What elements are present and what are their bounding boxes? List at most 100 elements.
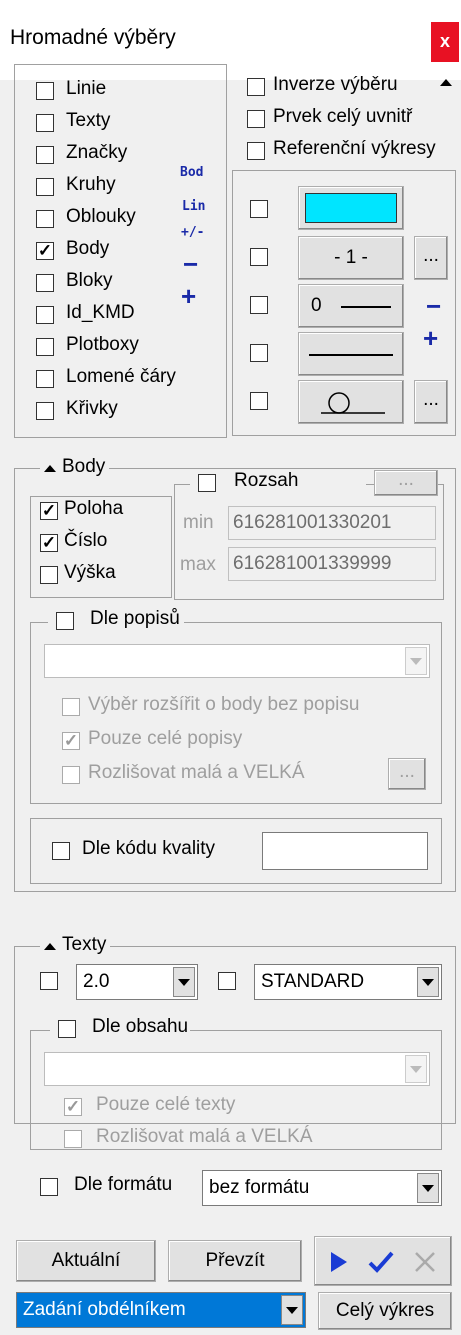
level-more-button[interactable]: ...: [414, 236, 448, 280]
pouze-cele-texty-checkbox[interactable]: ✓: [64, 1098, 82, 1116]
linetype-button[interactable]: 0: [298, 284, 404, 328]
popisy-more-button[interactable]: ...: [388, 758, 426, 790]
type-checkbox-linie[interactable]: [36, 82, 54, 100]
type-label: Oblouky: [66, 206, 136, 227]
inverze-label: Inverze výběru: [273, 74, 398, 95]
point-symbol-icon: [321, 392, 385, 414]
referencni-label: Referenční výkresy: [273, 138, 436, 159]
props-minus-button[interactable]: −: [426, 293, 441, 319]
type-checkbox-body[interactable]: ✓: [36, 242, 54, 260]
cely-vykres-button[interactable]: Celý výkres: [318, 1292, 452, 1330]
style-checkbox[interactable]: [218, 972, 236, 990]
format-select[interactable]: bez formátu: [202, 1170, 442, 1206]
obsah-select[interactable]: [44, 1052, 430, 1086]
pouze-cele-popisy-label: Pouze celé popisy: [88, 728, 243, 749]
linetype-value: 0: [311, 295, 322, 316]
format-chevron-down-icon: [417, 1173, 439, 1203]
symbol-checkbox[interactable]: [250, 392, 268, 410]
dle-kodu-checkbox[interactable]: [52, 842, 70, 860]
action-toolbar: [314, 1236, 452, 1286]
props-plus-button[interactable]: +: [423, 325, 438, 351]
rozsirit-label: Výběr rozšířit o body bez popisu: [88, 694, 360, 715]
rozsah-group: [174, 484, 444, 600]
type-label: Lomené čáry: [66, 366, 176, 387]
color-button[interactable]: [298, 186, 404, 230]
window-title: Hromadné výběry: [10, 26, 176, 49]
type-checkbox-lomené-čáry[interactable]: [36, 370, 54, 388]
rozsirit-checkbox[interactable]: [62, 698, 80, 716]
symbol-more-button[interactable]: ...: [414, 380, 448, 424]
max-input[interactable]: 616281001339999: [228, 547, 436, 581]
type-checkbox-oblouky[interactable]: [36, 210, 54, 228]
poloha-label: Poloha: [64, 498, 124, 519]
dle-kodu-label: Dle kódu kvality: [82, 838, 216, 859]
dle-formatu-label: Dle formátu: [74, 1174, 173, 1195]
linetype-checkbox[interactable]: [250, 296, 268, 314]
type-label: Id_KMD: [66, 302, 135, 323]
style-value: STANDARD: [261, 971, 365, 992]
body-title-label: Body: [62, 456, 106, 477]
dle-obsahu-label: Dle obsahu: [92, 1016, 189, 1037]
prvek-checkbox[interactable]: [247, 110, 265, 128]
rozsah-more-button[interactable]: ...: [374, 470, 438, 496]
color-checkbox[interactable]: [250, 200, 268, 218]
selection-mode-select[interactable]: Zadání obdélníkem: [16, 1292, 306, 1328]
type-checkbox-křivky[interactable]: [36, 402, 54, 420]
body-title[interactable]: Body: [40, 456, 110, 478]
type-label: Plotboxy: [66, 334, 139, 355]
vyska-checkbox[interactable]: [40, 566, 58, 584]
referencni-checkbox[interactable]: [247, 142, 265, 160]
types-minus-button[interactable]: −: [183, 251, 198, 277]
type-label: Body: [66, 238, 110, 259]
lineweight-button[interactable]: [298, 332, 404, 376]
min-input[interactable]: 616281001330201: [228, 506, 436, 540]
size-chevron-down-icon: [173, 967, 195, 997]
lineweight-checkbox[interactable]: [250, 344, 268, 362]
kod-kvality-input[interactable]: [262, 832, 428, 870]
type-checkbox-texty[interactable]: [36, 114, 54, 132]
scroll-up-icon[interactable]: [440, 70, 452, 92]
style-chevron-down-icon: [417, 967, 439, 997]
poloha-checkbox[interactable]: ✓: [40, 502, 58, 520]
vyska-label: Výška: [64, 562, 116, 583]
chevron-down-icon: [405, 647, 427, 675]
type-label: Texty: [66, 110, 111, 131]
type-checkbox-id_kmd[interactable]: [36, 306, 54, 324]
lineweight-line-icon: [309, 354, 393, 356]
dle-obsahu-checkbox[interactable]: [58, 1020, 76, 1038]
cancel-icon[interactable]: [413, 1250, 437, 1274]
type-checkbox-kruhy[interactable]: [36, 178, 54, 196]
cislo-checkbox[interactable]: ✓: [40, 534, 58, 552]
selection-mode-chevron-down-icon: [281, 1295, 303, 1325]
selection-mode-value: Zadání obdélníkem: [23, 1299, 186, 1320]
popis-select[interactable]: [44, 644, 430, 678]
close-button[interactable]: x: [431, 22, 459, 62]
dle-popisu-checkbox[interactable]: [56, 612, 74, 630]
texty-title[interactable]: Texty: [40, 934, 111, 956]
level-button[interactable]: - 1 -: [298, 236, 404, 280]
prevzit-button[interactable]: Převzít: [168, 1240, 302, 1282]
level-checkbox[interactable]: [250, 248, 268, 266]
size-select[interactable]: 2.0: [76, 964, 198, 1000]
play-icon[interactable]: [329, 1250, 349, 1274]
check-icon[interactable]: [367, 1250, 395, 1274]
lin-label: Lin: [182, 199, 206, 214]
symbol-button[interactable]: [298, 380, 404, 424]
rozsah-checkbox[interactable]: [198, 474, 216, 492]
style-select[interactable]: STANDARD: [254, 964, 442, 1000]
type-checkbox-plotboxy[interactable]: [36, 338, 54, 356]
linetype-line-icon: [341, 306, 391, 308]
max-label: max: [180, 554, 216, 575]
bod-label: Bod: [180, 165, 204, 180]
inverze-checkbox[interactable]: [247, 78, 265, 96]
types-plus-button[interactable]: +: [181, 283, 196, 309]
pouze-cele-popisy-checkbox[interactable]: ✓: [62, 732, 80, 750]
type-checkbox-značky[interactable]: [36, 146, 54, 164]
plus-minus-label: +/-: [181, 225, 205, 240]
aktualni-button[interactable]: Aktuální: [16, 1240, 156, 1282]
type-checkbox-bloky[interactable]: [36, 274, 54, 292]
size-checkbox[interactable]: [40, 972, 58, 990]
rozlisovat-popisy-checkbox[interactable]: [62, 766, 80, 784]
dle-formatu-checkbox[interactable]: [40, 1178, 58, 1196]
rozlisovat-texty-checkbox[interactable]: [64, 1130, 82, 1148]
